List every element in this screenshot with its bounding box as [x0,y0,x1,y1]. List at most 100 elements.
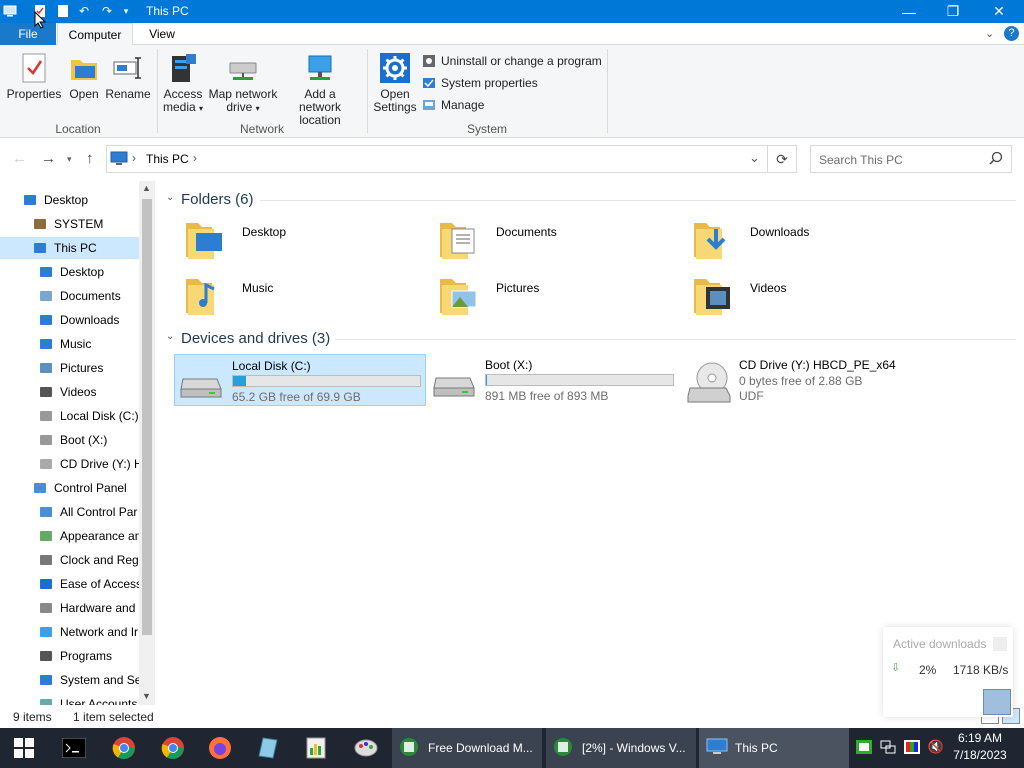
folder-item[interactable]: Documents [438,217,678,265]
chrome-icon[interactable] [108,732,140,764]
tab-view[interactable]: View [140,23,184,45]
nav-item[interactable]: SYSTEM [0,213,139,235]
downloads-icon [38,312,54,328]
nav-item[interactable]: Music [0,333,139,355]
folder-item[interactable]: Music [184,273,424,321]
rename-button[interactable]: Rename [105,51,151,101]
nav-item[interactable]: Hardware and [0,597,139,619]
notepad-icon[interactable] [252,732,284,764]
expand-ribbon-icon[interactable]: ⌄ [985,27,994,40]
start-icon[interactable] [8,732,40,764]
folders-heading[interactable]: Folders (6) [181,191,254,208]
notification-close-icon[interactable] [993,637,1007,651]
access-media-button[interactable]: Access media ▾ [161,51,205,115]
folder-name: Music [242,281,274,295]
drive-boot-x[interactable]: Boot (X:) 891 MB free of 893 MB [428,354,680,406]
nav-item[interactable]: System and Sec [0,669,139,691]
system-properties-button[interactable]: System properties [422,76,538,90]
nav-item[interactable]: Documents [0,285,139,307]
tray-app-icon[interactable] [856,739,872,755]
redo-icon[interactable]: ↷ [99,3,115,19]
scroll-down-icon[interactable]: ▼ [142,691,151,701]
up-button[interactable]: ↑ [86,150,94,167]
tab-file[interactable]: File [0,23,56,45]
taskbar-window-button[interactable]: This PC [699,728,849,768]
ribbon: Properties Open Rename Location Access m… [0,45,1024,138]
folder-item[interactable]: Pictures [438,273,678,321]
nav-item[interactable]: This PC [0,237,139,259]
new-folder-icon[interactable] [55,3,71,19]
recent-locations-button[interactable]: ▾ [67,154,72,165]
customize-chevron-icon[interactable]: ▾ [118,3,134,19]
nav-item[interactable]: All Control Par [0,501,139,523]
folder-item[interactable]: Videos [692,273,932,321]
drive-name: CD Drive (Y:) HBCD_PE_x64 [739,358,896,372]
minimize-button[interactable]: — [886,0,932,23]
clock[interactable]: 6:19 AM 7/18/2023 [945,730,1015,764]
address-bar[interactable]: › This PC › ⌄ [106,145,768,173]
nav-item[interactable]: User Accounts [0,693,139,705]
nav-item[interactable]: CD Drive (Y:) H [0,453,139,475]
media-server-icon [167,51,199,85]
folder-item[interactable]: Desktop [184,217,424,265]
taskbar-window-button[interactable]: [2%] - Windows V... [546,728,696,768]
nav-item[interactable]: Local Disk (C:) [0,405,139,427]
nav-item[interactable]: Network and Ir [0,621,139,643]
nav-scrollbar-thumb[interactable] [142,199,152,635]
folder-item[interactable]: Downloads [692,217,932,265]
nav-item[interactable]: Programs [0,645,139,667]
system-properties-icon [422,76,436,90]
manage-button[interactable]: Manage [422,98,484,112]
nav-item[interactable]: Control Panel [0,477,139,499]
download-manager-thumb-icon[interactable] [983,689,1011,715]
collapse-folders-icon[interactable]: ⌄ [166,192,174,203]
paint-icon[interactable] [350,732,382,764]
drive-cd-y[interactable]: CD Drive (Y:) HBCD_PE_x64 0 bytes free o… [682,354,942,406]
tab-computer[interactable]: Computer [57,23,133,46]
nav-item[interactable]: Desktop [0,189,139,211]
open-settings-button[interactable]: Open Settings [372,51,418,114]
map-network-drive-button[interactable]: Map network drive ▾ [206,51,280,115]
search-input[interactable]: Search This PC [810,145,1012,173]
cd-drive-icon [686,360,732,407]
maximize-button[interactable]: ❐ [930,0,976,23]
taskbar-window-button[interactable]: Free Download M... [392,728,542,768]
open-label: Open [69,87,99,101]
chrome-icon[interactable] [157,732,189,764]
nav-item[interactable]: Pictures [0,357,139,379]
spreadsheet-icon[interactable] [300,732,332,764]
notification-title: Active downloads [893,637,987,651]
terminal-icon[interactable] [58,732,90,764]
volume-muted-icon[interactable]: 🔇 [928,739,944,755]
scroll-up-icon[interactable]: ▲ [142,183,151,193]
nav-item[interactable]: Videos [0,381,139,403]
download-notification[interactable]: Active downloads ⇩ 2% 1718 KB/s [883,627,1013,717]
address-dropdown-icon[interactable]: ⌄ [749,150,760,166]
desktop-icon [22,192,38,208]
nav-item[interactable]: Ease of Access [0,573,139,595]
nav-item[interactable]: Appearance an [0,525,139,547]
nav-item[interactable]: Clock and Regi [0,549,139,571]
properties-button[interactable]: Properties [7,51,61,101]
forward-button[interactable]: → [41,150,56,167]
breadcrumb-this-pc[interactable]: This PC [146,152,189,166]
collapse-drives-icon[interactable]: ⌄ [166,331,174,342]
open-button[interactable]: Open [66,51,102,101]
nav-item[interactable]: Downloads [0,309,139,331]
drives-heading[interactable]: Devices and drives (3) [181,330,330,347]
nav-item[interactable]: Desktop [0,261,139,283]
network-icon[interactable] [880,739,896,755]
close-button[interactable]: ✕ [976,0,1022,23]
undo-icon[interactable]: ↶ [76,3,92,19]
refresh-button[interactable]: ⟳ [768,145,797,173]
firefox-icon[interactable] [204,732,236,764]
nav-item[interactable]: Boot (X:) [0,429,139,451]
back-button[interactable]: ← [12,150,27,167]
computer-icon [32,240,48,256]
uninstall-program-button[interactable]: Uninstall or change a program [422,54,602,68]
display-icon[interactable] [904,739,920,755]
videos-folder-icon [692,273,736,320]
add-network-location-button[interactable]: Add a network location [282,51,358,127]
drive-local-disk-c[interactable]: Local Disk (C:) 65.2 GB free of 69.9 GB [174,354,426,406]
help-icon[interactable]: ? [1004,26,1019,41]
